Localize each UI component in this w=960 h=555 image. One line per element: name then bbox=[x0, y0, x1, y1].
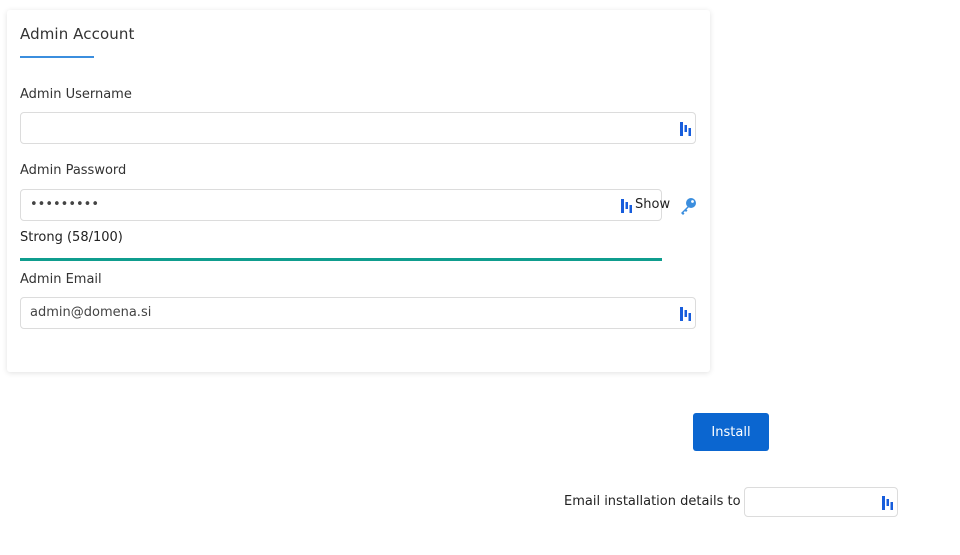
password-strength-text: Strong (58/100) bbox=[20, 230, 123, 245]
install-button[interactable]: Install bbox=[693, 413, 769, 451]
title-underline bbox=[20, 56, 94, 58]
admin-username-label: Admin Username bbox=[20, 87, 132, 102]
bitwarden-icon[interactable] bbox=[621, 198, 632, 213]
admin-username-input[interactable] bbox=[20, 112, 696, 144]
email-installation-details-input[interactable] bbox=[744, 487, 898, 517]
admin-email-input[interactable]: admin@domena.si bbox=[20, 297, 696, 329]
admin-account-card: Admin Account Admin Username Admin Passw… bbox=[7, 10, 710, 372]
card-title: Admin Account bbox=[20, 25, 135, 43]
bitwarden-icon[interactable] bbox=[680, 306, 691, 321]
bitwarden-icon[interactable] bbox=[882, 495, 893, 510]
admin-email-label: Admin Email bbox=[20, 272, 102, 287]
password-strength-bar bbox=[20, 258, 662, 261]
bitwarden-icon[interactable] bbox=[680, 121, 691, 136]
admin-password-input[interactable]: ••••••••• Show bbox=[20, 189, 670, 221]
admin-password-value: ••••••••• bbox=[30, 197, 100, 212]
admin-password-label: Admin Password bbox=[20, 163, 127, 178]
key-icon[interactable] bbox=[678, 196, 698, 216]
show-password-button[interactable]: Show bbox=[635, 190, 670, 220]
admin-email-value: admin@domena.si bbox=[30, 305, 152, 320]
email-installation-details-label: Email installation details to : bbox=[564, 494, 750, 509]
